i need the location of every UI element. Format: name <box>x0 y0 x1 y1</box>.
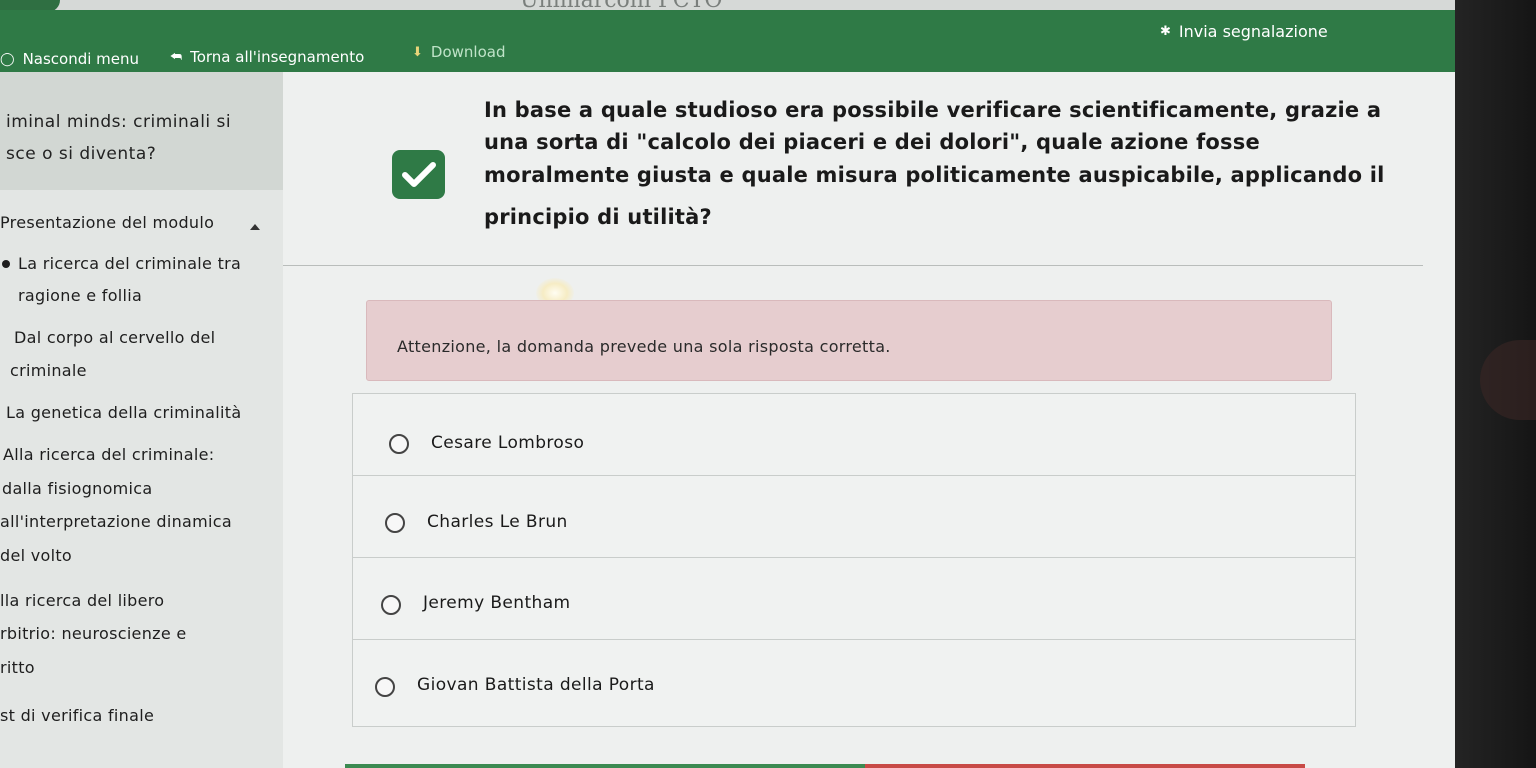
question-text-line1: In base a quale studioso era possibile v… <box>484 98 1382 122</box>
answer-radio[interactable] <box>385 513 405 533</box>
answer-option[interactable]: Cesare Lombroso <box>353 394 1355 476</box>
progress-bar-green <box>345 764 865 768</box>
sidebar-item-3-line1[interactable]: La genetica della criminalità <box>6 403 241 422</box>
answer-option[interactable]: Giovan Battista della Porta <box>353 640 1355 722</box>
answer-radio[interactable] <box>389 434 409 454</box>
question-text-line2: una sorta di "calcolo dei piaceri e dei … <box>484 130 1260 154</box>
download-label: Download <box>430 43 506 61</box>
answer-label[interactable]: Cesare Lombroso <box>431 433 584 453</box>
screen: Unimarconi PCTO ◯ Nascondi menu ⮪ Torna … <box>0 0 1455 768</box>
module-title-line1: iminal minds: criminali si <box>6 112 232 132</box>
answer-label[interactable]: Giovan Battista della Porta <box>417 675 655 695</box>
answer-list: Cesare Lombroso Charles Le Brun Jeremy B… <box>352 393 1356 727</box>
question-completed-badge <box>392 150 445 199</box>
sidebar-item-5-line1[interactable]: all'interpretazione dinamica <box>0 512 232 531</box>
circle-icon: ◯ <box>0 51 15 67</box>
download-button[interactable]: ⬇ Download <box>412 43 505 61</box>
answer-option[interactable]: Jeremy Bentham <box>353 558 1355 640</box>
question-text-line3: moralmente giusta e quale misura politic… <box>484 163 1385 187</box>
report-button[interactable]: ✱ Invia segnalazione <box>1160 22 1328 41</box>
sidebar-item-6-line3[interactable]: ritto <box>0 658 35 677</box>
progress-bar-red <box>865 764 1305 768</box>
module-title-line2: sce o si diventa? <box>6 144 157 164</box>
report-label: Invia segnalazione <box>1178 22 1328 41</box>
hide-menu-button[interactable]: ◯ Nascondi menu <box>0 50 139 68</box>
top-strip <box>0 0 1455 10</box>
sidebar-item-6-line2[interactable]: rbitrio: neuroscienze e <box>0 624 187 643</box>
sidebar-item-6-line1[interactable]: lla ricerca del libero <box>0 591 164 610</box>
single-answer-notice: Attenzione, la domanda prevede una sola … <box>366 300 1332 381</box>
caret-up-icon[interactable] <box>250 224 260 230</box>
download-icon: ⬇ <box>412 44 423 60</box>
answer-option[interactable]: Charles Le Brun <box>353 476 1355 558</box>
sidebar-item-1-line2[interactable]: ragione e follia <box>18 286 142 305</box>
sidebar-item-4-line1[interactable]: Alla ricerca del criminale: <box>3 445 214 464</box>
sidebar-item-2-line1[interactable]: Dal corpo al cervello del <box>14 328 215 347</box>
module-title[interactable]: iminal minds: criminali si sce o si dive… <box>0 72 283 190</box>
answer-label[interactable]: Jeremy Bentham <box>423 593 571 613</box>
question-text-line4: principio di utilità? <box>484 205 712 229</box>
sidebar-item-5-line2[interactable]: del volto <box>0 546 72 565</box>
top-navbar: ◯ Nascondi menu ⮪ Torna all'insegnamento… <box>0 10 1455 72</box>
section-presentation[interactable]: Presentazione del modulo <box>0 213 214 232</box>
question-divider <box>283 265 1423 266</box>
answer-label[interactable]: Charles Le Brun <box>427 512 568 532</box>
answer-radio[interactable] <box>381 595 401 615</box>
checkmark-icon <box>401 161 436 187</box>
reply-arrow-icon: ⮪ <box>170 49 183 65</box>
sidebar-item-2-line2[interactable]: criminale <box>10 361 87 380</box>
sidebar-item-4-line2[interactable]: dalla fisiognomica <box>2 479 153 498</box>
back-to-course-label: Torna all'insegnamento <box>190 48 365 66</box>
hide-menu-label: Nascondi menu <box>22 50 140 68</box>
back-to-course-button[interactable]: ⮪ Torna all'insegnamento <box>170 48 364 66</box>
current-item-dot-icon <box>2 260 10 268</box>
sidebar-item-1-line1[interactable]: La ricerca del criminale tra <box>18 254 241 273</box>
notice-text: Attenzione, la domanda prevede una sola … <box>397 337 891 356</box>
sidebar-item-final-test[interactable]: st di verifica finale <box>0 706 154 725</box>
bug-icon: ✱ <box>1160 24 1171 39</box>
answer-radio[interactable] <box>375 677 395 697</box>
course-sidebar: iminal minds: criminali si sce o si dive… <box>0 72 283 768</box>
